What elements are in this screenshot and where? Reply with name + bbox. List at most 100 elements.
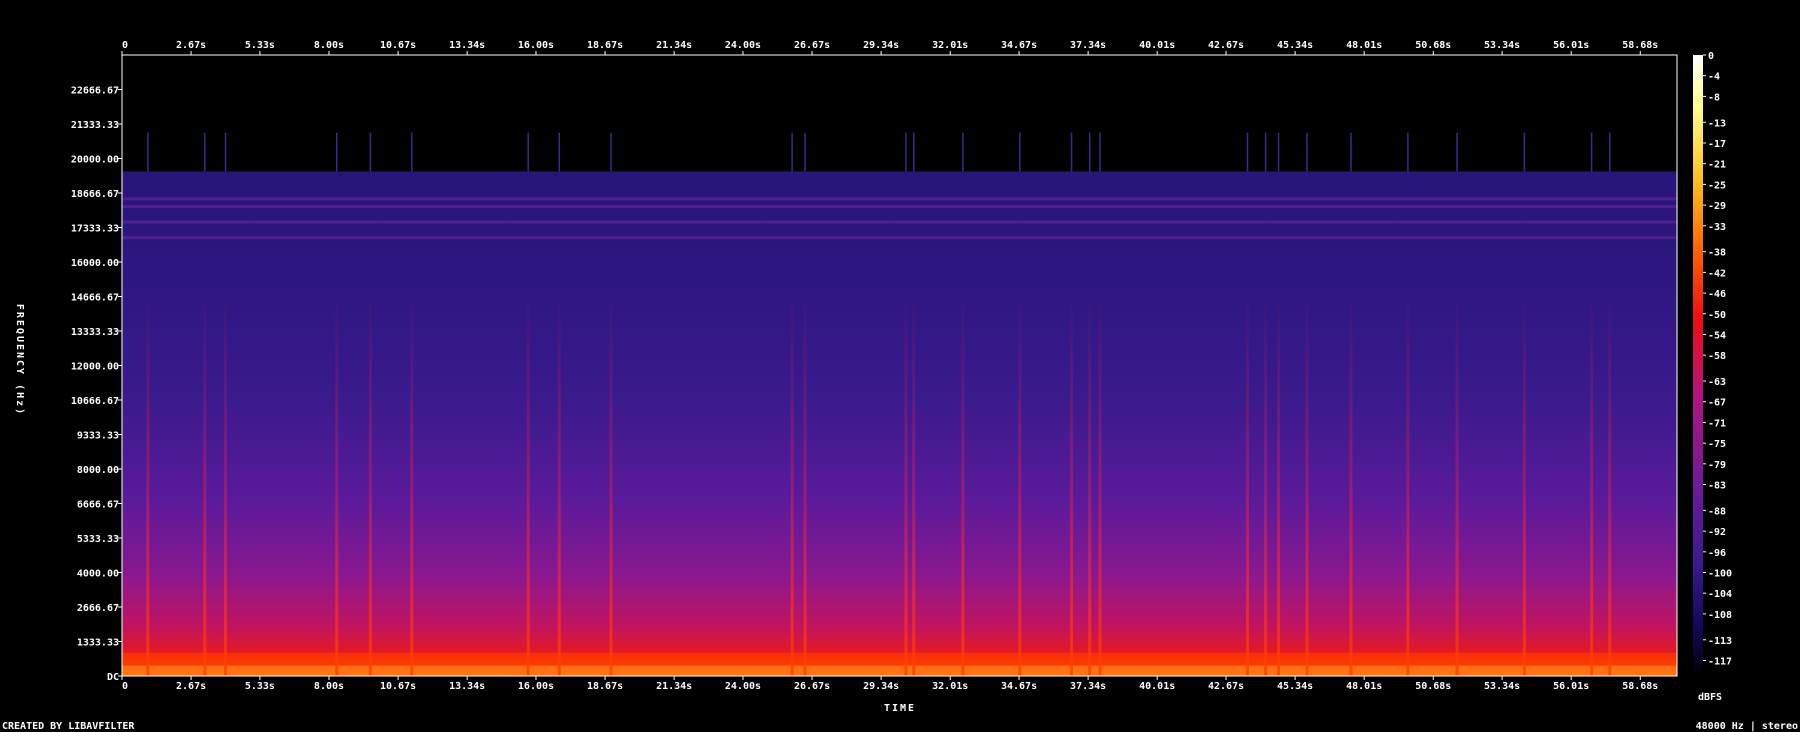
y-tick-label: 20000.00 <box>71 155 119 166</box>
x-tick-label-bottom: 40.01s <box>1139 681 1175 692</box>
colorbar-tick-label: -13 <box>1708 118 1726 129</box>
colorbar-tick-label: -21 <box>1708 160 1726 171</box>
x-tick-label-top: 18.67s <box>587 40 623 51</box>
y-tick-label: DC <box>107 672 119 683</box>
colorbar-tick-label: -104 <box>1708 589 1732 600</box>
colorbar-tick-label: -113 <box>1708 636 1732 647</box>
x-tick-label-bottom: 13.34s <box>449 681 485 692</box>
transient-streak <box>1245 287 1249 676</box>
frequency-axis: DC 1333.33 2666.67 4000.00 5333.33 6666.67 800… <box>71 85 122 683</box>
harmonic-band <box>122 197 1677 201</box>
transient-streak <box>368 287 372 676</box>
y-tick-label: 8000.00 <box>77 465 119 476</box>
transient-streak <box>1264 287 1268 676</box>
y-tick-label: 9333.33 <box>77 431 119 442</box>
transient-streak <box>557 287 561 676</box>
colorbar-tick-label: -25 <box>1708 180 1726 191</box>
x-tick-label-bottom: 42.67s <box>1208 681 1244 692</box>
x-tick-label-bottom: 58.68s <box>1622 681 1658 692</box>
transient-streak <box>961 287 965 676</box>
colorbar-tick-label: -33 <box>1708 222 1726 233</box>
x-tick-label-top: 58.68s <box>1622 40 1658 51</box>
colorbar-tick-label: -8 <box>1708 92 1720 103</box>
x-tick-label-bottom: 5.33s <box>245 681 275 692</box>
colorbar-tick-label: -58 <box>1708 351 1726 362</box>
y-tick-label: 21333.33 <box>71 120 119 131</box>
x-tick-label-top: 29.34s <box>863 40 899 51</box>
colorbar-tick-label: -117 <box>1708 656 1732 667</box>
colorbar-tick-label: -79 <box>1708 460 1726 471</box>
transient-streak <box>526 287 530 676</box>
y-tick-label: 17333.33 <box>71 224 119 235</box>
colorbar-tick-label: -67 <box>1708 398 1726 409</box>
transient-streak <box>1608 287 1612 676</box>
x-tick-label-bottom: 29.34s <box>863 681 899 692</box>
x-tick-label-top: 2.67s <box>176 40 206 51</box>
x-tick-label-top: 13.34s <box>449 40 485 51</box>
colorbar-tick-label: -17 <box>1708 139 1726 150</box>
transient-streak <box>912 287 916 676</box>
y-tick-label: 2666.67 <box>77 603 119 614</box>
colorbar-tick-label: -54 <box>1708 330 1726 341</box>
y-tick-label: 10666.67 <box>71 396 119 407</box>
y-tick-label: 4000.00 <box>77 569 119 580</box>
y-tick-label: 12000.00 <box>71 362 119 373</box>
x-tick-label-bottom: 53.34s <box>1484 681 1520 692</box>
transient-streak <box>223 287 227 676</box>
x-tick-label-top: 16.00s <box>518 40 554 51</box>
x-tick-label-bottom: 2.67s <box>176 681 206 692</box>
x-tick-label-bottom: 34.67s <box>1001 681 1037 692</box>
colorbar: 0 -4 -8 -13 -17 -21 -25 -29 -33 -38 -42 -46 -50 -54 -5… <box>1693 51 1732 676</box>
transient-streak <box>1406 287 1410 676</box>
y-tick-label: 6666.67 <box>77 499 119 510</box>
colorbar-tick-label: -71 <box>1708 418 1726 429</box>
colorbar-tick-label: -75 <box>1708 439 1726 450</box>
transient-streak <box>1349 287 1353 676</box>
x-tick-label-top: 37.34s <box>1070 40 1106 51</box>
transient-streak <box>1088 287 1092 676</box>
x-tick-label-top: 21.34s <box>656 40 692 51</box>
x-tick-label-bottom: 16.00s <box>518 681 554 692</box>
transient-streak <box>1277 287 1281 676</box>
colorbar-tick-label: -63 <box>1708 377 1726 388</box>
colorbar-tick-label: -96 <box>1708 548 1726 559</box>
harmonic-band <box>122 236 1677 240</box>
x-tick-label-bottom: 37.34s <box>1070 681 1106 692</box>
transient-streak <box>203 287 207 676</box>
colorbar-tick-label: -108 <box>1708 610 1732 621</box>
x-tick-label-bottom: 26.67s <box>794 681 830 692</box>
transient-streak <box>1098 287 1102 676</box>
spectrogram-chart: 0 0 2.67s 2.67s 5.33s 5.33s 8.00s 8.00s 10.67s 10… <box>2 40 1798 732</box>
x-tick-label-top: 10.67s <box>380 40 416 51</box>
x-tick-label-top: 34.67s <box>1001 40 1037 51</box>
x-axis-title: TIME <box>884 703 916 714</box>
x-tick-label-bottom: 0 <box>122 681 128 692</box>
colorbar-tick-label: -38 <box>1708 248 1726 259</box>
transient-streak <box>904 287 908 676</box>
x-tick-label-bottom: 24.00s <box>725 681 761 692</box>
x-tick-label-top: 32.01s <box>932 40 968 51</box>
transient-streak <box>1018 287 1022 676</box>
colorbar-tick-label: -42 <box>1708 268 1726 279</box>
transient-streak <box>335 287 339 676</box>
y-tick-label: 22666.67 <box>71 85 119 96</box>
y-tick-label: 5333.33 <box>77 534 119 545</box>
y-axis-title: FREQUENCY (Hz) <box>14 304 25 416</box>
x-tick-label-bottom: 48.01s <box>1346 681 1382 692</box>
footer-created-by: CREATED BY LIBAVFILTER <box>2 721 135 732</box>
y-tick-label: 1333.33 <box>77 638 119 649</box>
y-tick-label: 14666.67 <box>71 292 119 303</box>
x-tick-label-bottom: 50.68s <box>1415 681 1451 692</box>
transient-streak <box>790 287 794 676</box>
spectrogram-plot <box>121 54 1678 677</box>
y-tick-label: 18666.67 <box>71 189 119 200</box>
transient-streak <box>146 287 150 676</box>
transient-streak <box>1455 287 1459 676</box>
colorbar-tick-label: -83 <box>1708 481 1726 492</box>
x-tick-label-bottom: 10.67s <box>380 681 416 692</box>
colorbar-tick-label: -46 <box>1708 289 1726 300</box>
x-tick-label-top: 53.34s <box>1484 40 1520 51</box>
x-tick-label-bottom: 32.01s <box>932 681 968 692</box>
x-tick-label-top: 26.67s <box>794 40 830 51</box>
x-tick-label-top: 40.01s <box>1139 40 1175 51</box>
